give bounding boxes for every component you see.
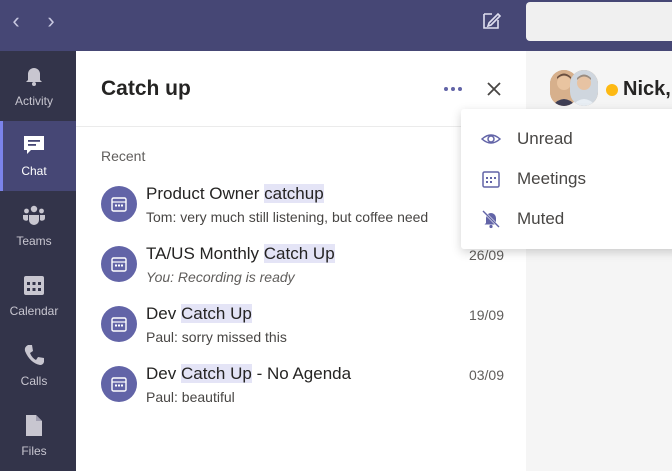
- divider: [76, 126, 526, 127]
- catch-up-panel: Catch up Recent Product Owner catchup To…: [76, 51, 526, 471]
- teams-icon: [23, 205, 45, 225]
- section-label-recent: Recent: [101, 148, 146, 164]
- menu-item-meetings[interactable]: Meetings: [461, 159, 672, 199]
- chat-date: 19/09: [468, 307, 504, 323]
- chat-title: Product Owner catchup: [146, 184, 324, 203]
- chat-preview: Paul: sorry missed this: [146, 329, 287, 345]
- forward-arrow-icon[interactable]: ›: [39, 8, 63, 34]
- meeting-avatar: [101, 366, 137, 402]
- app-rail: Activity Chat Teams Calendar Calls Files: [0, 51, 76, 471]
- chat-title: Dev Catch Up: [146, 304, 252, 323]
- rail-label: Chat: [21, 164, 47, 178]
- chat-row[interactable]: Dev Catch Up Paul: sorry missed this 19/…: [76, 301, 526, 359]
- muted-bell-icon: [482, 210, 500, 229]
- calendar-icon: [111, 377, 127, 392]
- rail-label: Calls: [20, 374, 48, 388]
- chat-preview: Paul: beautiful: [146, 389, 235, 405]
- calendar-icon: [111, 197, 127, 212]
- chat-preview: Tom: very much still listening, but coff…: [146, 209, 429, 225]
- file-icon: [26, 415, 42, 436]
- more-options-icon[interactable]: [438, 77, 468, 101]
- bell-icon: [26, 68, 42, 86]
- rail-item-calendar[interactable]: Calendar: [0, 261, 76, 331]
- panel-title: Catch up: [101, 77, 191, 100]
- rail-item-calls[interactable]: Calls: [0, 331, 76, 401]
- rail-label: Calendar: [9, 304, 59, 318]
- chat-title: TA/US Monthly Catch Up: [146, 244, 335, 263]
- chat-row[interactable]: Dev Catch Up - No Agenda Paul: beautiful…: [76, 361, 526, 419]
- calendar-icon: [111, 257, 127, 272]
- menu-item-label: Meetings: [517, 169, 586, 188]
- avatar[interactable]: [570, 70, 598, 106]
- status-away-icon: [606, 84, 618, 96]
- calendar-icon: [482, 171, 500, 188]
- menu-item-muted[interactable]: Muted: [461, 199, 672, 239]
- chat-date: 03/09: [468, 367, 504, 383]
- rail-item-chat[interactable]: Chat: [0, 121, 76, 191]
- top-bar: ‹ ›: [0, 0, 672, 51]
- meeting-avatar: [101, 186, 137, 222]
- menu-item-label: Unread: [517, 129, 573, 148]
- chat-date: 26/09: [468, 247, 504, 263]
- chat-preview: You: Recording is ready: [146, 269, 295, 285]
- meeting-avatar: [101, 246, 137, 282]
- rail-label: Activity: [14, 94, 53, 108]
- calendar-icon: [111, 317, 127, 332]
- phone-icon: [24, 345, 44, 365]
- chat-row[interactable]: Product Owner catchup Tom: very much sti…: [76, 181, 526, 239]
- rail-item-files[interactable]: Files: [0, 401, 76, 471]
- back-arrow-icon[interactable]: ‹: [4, 8, 28, 34]
- filter-menu: Unread Meetings Muted: [461, 109, 672, 249]
- close-icon[interactable]: [482, 77, 506, 101]
- rail-item-activity[interactable]: Activity: [0, 51, 76, 121]
- new-chat-icon[interactable]: [478, 8, 504, 34]
- calendar-icon: [24, 276, 44, 295]
- chat-row[interactable]: TA/US Monthly Catch Up You: Recording is…: [76, 241, 526, 299]
- rail-label: Teams: [16, 234, 52, 248]
- search-input[interactable]: [526, 2, 672, 41]
- rail-label: Files: [21, 444, 47, 458]
- eye-icon: [481, 134, 501, 144]
- menu-item-label: Muted: [517, 209, 565, 228]
- meeting-avatar: [101, 306, 137, 342]
- menu-item-unread[interactable]: Unread: [461, 119, 672, 159]
- chat-name: Nick,: [623, 78, 671, 100]
- chat-title: Dev Catch Up - No Agenda: [146, 364, 352, 383]
- chat-icon: [24, 136, 44, 154]
- rail-item-teams[interactable]: Teams: [0, 191, 76, 261]
